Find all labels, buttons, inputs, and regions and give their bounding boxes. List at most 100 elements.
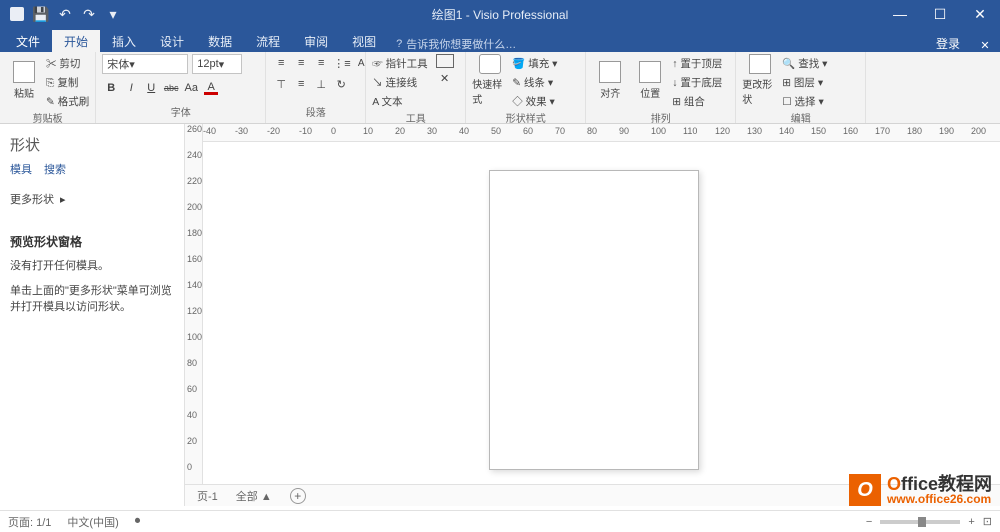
minimize-button[interactable]: — [880, 0, 920, 28]
language-indicator[interactable]: 中文(中国) [67, 514, 118, 530]
preview-text-1: 没有打开任何模具。 [10, 258, 174, 275]
freeform-tool-icon[interactable]: ✕ [436, 69, 454, 87]
send-back-button[interactable]: ↓ 置于底层 [672, 73, 722, 91]
connector-tool-button[interactable]: ↘ 连接线 [372, 73, 427, 91]
ribbon-tabs: 文件 开始 插入 设计 数据 流程 审阅 视图 ? 告诉我你想要做什么… 登录 … [0, 28, 1000, 52]
page-surface[interactable] [489, 170, 699, 470]
text-tool-button[interactable]: A 文本 [372, 92, 427, 110]
align-left-icon[interactable]: ≡ [272, 54, 290, 72]
undo-icon[interactable]: ↶ [54, 3, 76, 25]
preview-text-2: 单击上面的"更多形状"菜单可浏览并打开模具以访问形状。 [10, 283, 174, 316]
select-button[interactable]: ☐ 选择 ▾ [782, 92, 827, 110]
tab-process[interactable]: 流程 [244, 30, 292, 52]
strike-button[interactable]: abc [162, 79, 180, 97]
drawing-canvas[interactable] [203, 142, 1000, 506]
format-painter-button[interactable]: ✎ 格式刷 [46, 92, 89, 110]
paste-button[interactable]: 粘贴 [6, 54, 42, 106]
quick-styles-button[interactable]: 快速样式 [472, 54, 508, 106]
line-button[interactable]: ✎ 线条 ▾ [512, 73, 557, 91]
ribbon: 粘贴 ✂ 剪切 ⎘ 复制 ✎ 格式刷 剪贴板 宋体 ▾ 12pt ▾ B I U… [0, 52, 1000, 124]
tab-file[interactable]: 文件 [4, 30, 52, 52]
valign-top-icon[interactable]: ⊤ [272, 75, 290, 93]
tab-data[interactable]: 数据 [196, 30, 244, 52]
tab-insert[interactable]: 插入 [100, 30, 148, 52]
valign-bot-icon[interactable]: ⊥ [312, 75, 330, 93]
copy-button[interactable]: ⎘ 复制 [46, 73, 89, 91]
maximize-button[interactable]: ☐ [920, 0, 960, 28]
valign-mid-icon[interactable]: ≡ [292, 75, 310, 93]
group-shape-styles: 快速样式 🪣 填充 ▾ ✎ 线条 ▾ ◇ 效果 ▾ 形状样式 [466, 52, 586, 123]
tab-home[interactable]: 开始 [52, 30, 100, 52]
all-pages-button[interactable]: 全部 ▲ [236, 488, 272, 504]
group-tools: ☞ 指针工具 ↘ 连接线 A 文本 ✕ 工具 [366, 52, 466, 123]
font-name-combo[interactable]: 宋体 ▾ [102, 54, 188, 74]
italic-button[interactable]: I [122, 79, 140, 97]
group-clipboard: 粘贴 ✂ 剪切 ⎘ 复制 ✎ 格式刷 剪贴板 [0, 52, 96, 123]
search-link[interactable]: 搜索 [44, 161, 66, 177]
rotate-icon[interactable]: ↻ [332, 75, 350, 93]
page-tab-1[interactable]: 页-1 [197, 488, 218, 504]
window-title: 绘图1 - Visio Professional [432, 6, 569, 23]
zoom-in-button[interactable]: + [968, 516, 974, 528]
align-right-icon[interactable]: ≡ [312, 54, 330, 72]
watermark-logo-icon: O [849, 474, 881, 506]
chevron-right-icon: ▸ [60, 193, 66, 206]
zoom-slider[interactable] [880, 520, 960, 524]
cut-button[interactable]: ✂ 剪切 [46, 54, 89, 72]
fill-button[interactable]: 🪣 填充 ▾ [512, 54, 557, 72]
bullets-icon[interactable]: ⋮≡ [332, 54, 350, 72]
page-indicator: 页面: 1/1 [8, 514, 51, 530]
shapes-pane: 形状 模具 搜索 更多形状 ▸ 预览形状窗格 没有打开任何模具。 单击上面的"更… [0, 124, 185, 506]
find-button[interactable]: 🔍 查找 ▾ [782, 54, 827, 72]
more-shapes-button[interactable]: 更多形状 ▸ [10, 191, 174, 207]
case-button[interactable]: Aa [182, 79, 200, 97]
redo-icon[interactable]: ↷ [78, 3, 100, 25]
watermark-brand: Office教程网 [887, 475, 992, 493]
group-font: 宋体 ▾ 12pt ▾ B I U abc Aa A 字体 [96, 52, 266, 123]
status-bar: 页面: 1/1 中文(中国) ⏺ − + ⊡ [0, 510, 1000, 532]
effects-button[interactable]: ◇ 效果 ▾ [512, 92, 557, 110]
fit-page-button[interactable]: ⊡ [983, 515, 992, 528]
layers-button[interactable]: ⊞ 图层 ▾ [782, 73, 827, 91]
titlebar: 💾 ↶ ↷ ▾ 绘图1 - Visio Professional — ☐ ✕ [0, 0, 1000, 28]
quick-access-toolbar: 💾 ↶ ↷ ▾ [0, 3, 124, 25]
canvas-area: 260240220200180160140120100806040200 -40… [185, 124, 1000, 506]
align-button[interactable]: 对齐 [592, 54, 628, 106]
tab-design[interactable]: 设计 [148, 30, 196, 52]
rectangle-tool-icon[interactable] [436, 54, 454, 68]
qat-more-icon[interactable]: ▾ [102, 3, 124, 25]
signin-button[interactable]: 登录 [926, 35, 970, 52]
work-area: 形状 模具 搜索 更多形状 ▸ 预览形状窗格 没有打开任何模具。 单击上面的"更… [0, 124, 1000, 506]
position-button[interactable]: 位置 [632, 54, 668, 106]
tab-view[interactable]: 视图 [340, 30, 388, 52]
group-edit: 更改形状 🔍 查找 ▾ ⊞ 图层 ▾ ☐ 选择 ▾ 编辑 [736, 52, 866, 123]
pointer-tool-button[interactable]: ☞ 指针工具 [372, 54, 427, 72]
underline-button[interactable]: U [142, 79, 160, 97]
ribbon-close-icon[interactable]: ✕ [970, 39, 1000, 52]
bold-button[interactable]: B [102, 79, 120, 97]
macro-record-icon[interactable]: ⏺ [135, 515, 141, 528]
horizontal-ruler: -40-30-20-100102030405060708090100110120… [203, 124, 1000, 142]
align-center-icon[interactable]: ≡ [292, 54, 310, 72]
zoom-out-button[interactable]: − [866, 516, 872, 528]
group-paragraph: ≡ ≡ ≡ ⋮≡ A ⊤ ≡ ⊥ ↻ 段落 [266, 52, 366, 123]
watermark: O Office教程网 www.office26.com [849, 474, 992, 506]
stencils-link[interactable]: 模具 [10, 161, 32, 177]
tell-me-search[interactable]: ? 告诉我你想要做什么… [396, 36, 516, 52]
save-icon[interactable]: 💾 [30, 3, 52, 25]
tab-review[interactable]: 审阅 [292, 30, 340, 52]
font-size-combo[interactable]: 12pt ▾ [192, 54, 242, 74]
app-icon [6, 3, 28, 25]
lightbulb-icon: ? [396, 38, 402, 50]
shapes-pane-title: 形状 [10, 134, 174, 155]
bring-front-button[interactable]: ↑ 置于顶层 [672, 54, 722, 72]
group-button[interactable]: ⊞ 组合 [672, 92, 722, 110]
change-shape-button[interactable]: 更改形状 [742, 54, 778, 106]
font-color-button[interactable]: A [202, 79, 220, 97]
add-page-button[interactable]: + [290, 488, 306, 504]
close-button[interactable]: ✕ [960, 0, 1000, 28]
window-controls: — ☐ ✕ [880, 0, 1000, 28]
group-arrange: 对齐 位置 ↑ 置于顶层 ↓ 置于底层 ⊞ 组合 排列 [586, 52, 736, 123]
preview-heading: 预览形状窗格 [10, 233, 174, 250]
vertical-ruler: 260240220200180160140120100806040200 [185, 124, 203, 506]
